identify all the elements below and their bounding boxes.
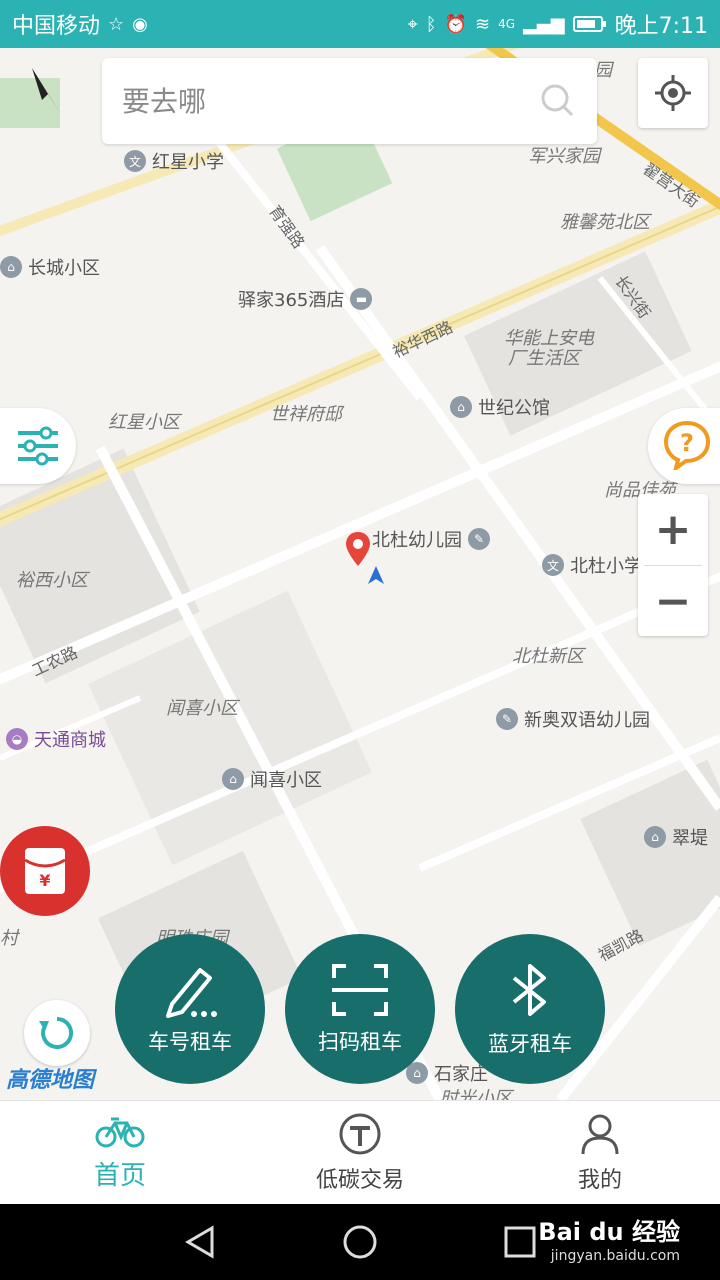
area-label: 军兴家园: [528, 146, 600, 167]
kindergarten-icon: ✎: [496, 708, 518, 730]
area-label: 厂生活区: [508, 348, 580, 369]
help-button[interactable]: ?: [648, 408, 720, 484]
tab-label: 低碳交易: [315, 1168, 404, 1193]
zoom-in-button[interactable]: +: [638, 494, 708, 564]
network-type: 4G: [498, 17, 516, 31]
home-icon: ⌂: [644, 826, 666, 848]
refresh-button[interactable]: [24, 1000, 90, 1066]
scan-icon: [332, 964, 388, 1016]
signal-icon: ▂▄▆: [523, 13, 565, 35]
action-label: 车号租车: [148, 1030, 232, 1054]
trade-icon: [339, 1113, 381, 1155]
area-label: 裕西小区: [16, 570, 88, 591]
tab-label: 首页: [93, 1160, 146, 1191]
poi-wenxi[interactable]: ⌂ 闻喜小区: [222, 766, 322, 792]
action-label: 蓝牙租车: [488, 1032, 572, 1056]
area-label: 闻喜小区: [166, 698, 238, 719]
pencil-icon: [166, 968, 217, 1018]
poi-cuidi[interactable]: ⌂ 翠堤: [644, 824, 708, 850]
watermark-url: jingyan.baidu.com: [550, 1248, 680, 1264]
red-packet-button[interactable]: ¥: [0, 826, 90, 916]
refresh-icon: [39, 1016, 74, 1049]
poi-beidu-school[interactable]: 文北杜小学: [542, 552, 642, 578]
shopping-icon: ◒: [6, 728, 28, 750]
locate-button[interactable]: [638, 58, 708, 128]
tab-label: 我的: [577, 1168, 622, 1193]
area-label: 时光小区: [440, 1088, 512, 1100]
area-label: 村: [0, 928, 18, 949]
home-circle-icon[interactable]: [342, 1224, 378, 1260]
status-bar: 中国移动 ☆ ◉ ⌖ ᛒ ⏰ ≋ 4G ▂▄▆ 晚上7:11: [0, 0, 720, 48]
area-label: 雅馨苑北区: [560, 212, 650, 233]
search-icon[interactable]: [539, 82, 575, 118]
kindergarten-icon: ✎: [468, 528, 490, 550]
search-input[interactable]: [120, 80, 524, 122]
wifi-icon: ≋: [475, 13, 491, 35]
back-icon[interactable]: [182, 1224, 218, 1260]
poi-changcheng[interactable]: ⌂ 长城小区: [0, 254, 100, 280]
bluetooth-status-icon: ᛒ: [425, 13, 437, 35]
hotel-icon: ▬: [350, 288, 373, 310]
rent-by-bike-number-button[interactable]: 车号租车: [115, 934, 265, 1084]
zoom-controls: + −: [638, 494, 708, 636]
tab-home[interactable]: 首页: [0, 1101, 240, 1205]
home-icon: ⌂: [450, 396, 472, 418]
svg-text:¥: ¥: [39, 871, 50, 890]
location-icon: ⌖: [407, 13, 418, 35]
recent-apps-icon[interactable]: [502, 1224, 538, 1260]
school-icon: 文: [542, 554, 564, 576]
destination-pin-icon: [346, 532, 384, 584]
poi-xinao-kindergarten[interactable]: ✎ 新奥双语幼儿园: [496, 706, 650, 732]
profile-icon: [581, 1114, 619, 1155]
home-icon: ⌂: [222, 768, 244, 790]
battery-icon: [572, 15, 607, 33]
carrier-label: 中国移动: [12, 14, 101, 39]
amap-logo: 高德地图: [6, 1068, 95, 1093]
alarm-icon: ⏰: [444, 13, 468, 35]
poi-hongxing-school[interactable]: 文红星小学: [124, 148, 224, 174]
compass-icon[interactable]: [28, 66, 68, 122]
filter-button[interactable]: [0, 408, 76, 484]
clock: 晚上7:11: [614, 14, 708, 39]
school-icon: 文: [124, 150, 146, 172]
sliders-icon: [18, 426, 58, 466]
tab-low-carbon-trade[interactable]: 低碳交易: [240, 1101, 480, 1205]
eye-icon: ◉: [132, 13, 148, 35]
tab-profile[interactable]: 我的: [480, 1101, 720, 1205]
bike-icon: [95, 1117, 145, 1147]
star-icon: ☆: [108, 13, 125, 35]
red-envelope-icon: ¥: [24, 848, 66, 894]
home-icon: ⌂: [0, 256, 22, 278]
area-label: 红星小区: [108, 412, 180, 433]
area-label: 世祥府邸: [270, 404, 342, 425]
scan-to-rent-button[interactable]: 扫码租车: [285, 934, 435, 1084]
bluetooth-icon: [512, 964, 546, 1016]
watermark: Bai du 经验: [538, 1218, 680, 1246]
poi-shiji-gongguan[interactable]: ⌂ 世纪公馆: [450, 394, 550, 420]
zoom-out-button[interactable]: −: [638, 566, 708, 636]
svg-text:?: ?: [680, 429, 694, 457]
bluetooth-rent-button[interactable]: 蓝牙租车: [455, 934, 605, 1084]
action-label: 扫码租车: [318, 1030, 402, 1054]
poi-hotel[interactable]: 驿家365酒店 ▬: [238, 286, 373, 312]
bottom-tab-bar: 首页 低碳交易 我的: [0, 1100, 720, 1205]
crosshair-icon: [655, 75, 691, 111]
search-box[interactable]: [102, 58, 597, 144]
poi-tiantong-mall[interactable]: ◒ 天通商城: [6, 726, 106, 752]
question-icon: ?: [663, 420, 711, 470]
area-label: 北杜新区: [512, 646, 584, 667]
poi-shijiazhuang[interactable]: ⌂ 石家庄: [406, 1060, 488, 1086]
